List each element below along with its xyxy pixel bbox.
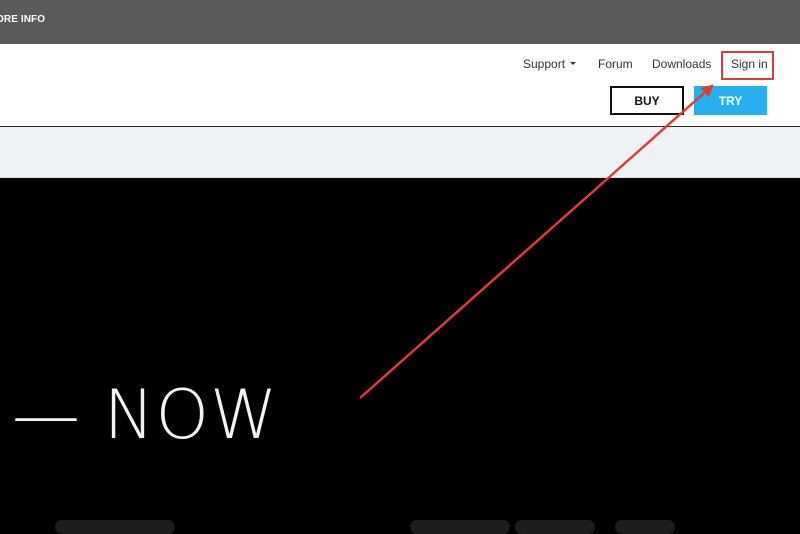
nav-downloads[interactable]: Downloads	[652, 57, 711, 71]
sign-in-highlight-box	[721, 51, 774, 80]
main-nav: Support Forum Downloads Sign in	[0, 57, 800, 75]
buy-button[interactable]: BUY	[610, 86, 684, 115]
try-button[interactable]: TRY	[694, 86, 767, 115]
more-info-link[interactable]: ORE INFO	[0, 14, 45, 25]
hero-blurred-element	[55, 520, 175, 534]
hero-headline: — NOW	[12, 376, 279, 455]
top-bar: ORE INFO	[0, 0, 800, 44]
nav-forum[interactable]: Forum	[598, 57, 633, 71]
hero-banner	[0, 178, 800, 530]
chevron-down-icon	[570, 62, 577, 66]
hero-blurred-element	[615, 520, 675, 534]
nav-support[interactable]: Support	[523, 57, 577, 71]
nav-support-label: Support	[523, 57, 566, 71]
sub-navigation-bar	[0, 127, 800, 178]
hero-blurred-element	[515, 520, 595, 534]
hero-blurred-element	[410, 520, 510, 534]
